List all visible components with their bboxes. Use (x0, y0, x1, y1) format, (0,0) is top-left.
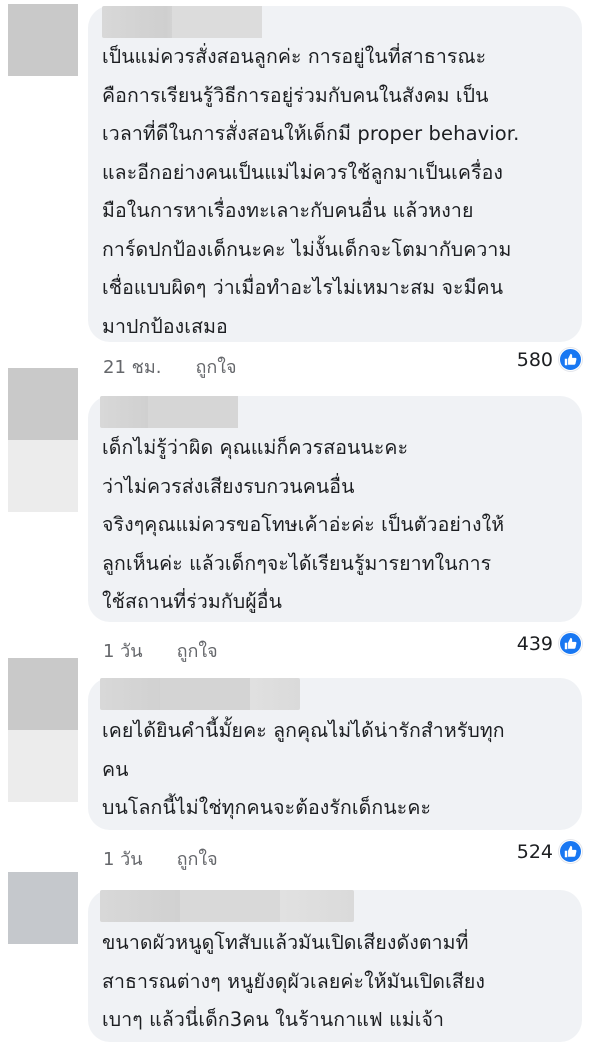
reaction-count: 439 (516, 632, 553, 655)
comment-actions: 21 ชม. ถูกใจ (103, 352, 237, 381)
reaction-count: 524 (516, 840, 553, 863)
reaction-summary[interactable]: 580 (517, 348, 582, 371)
comment-bubble: เป็นแม่ควรสั่งสอนลูกค่ะ การอยู่ในที่สาธา… (88, 6, 582, 342)
timestamp[interactable]: 1 วัน (103, 844, 143, 873)
reaction-summary[interactable]: 439 (517, 632, 582, 655)
author-name-redacted[interactable] (100, 890, 354, 922)
timestamp[interactable]: 1 วัน (103, 636, 143, 665)
comment-text: เป็นแม่ควรสั่งสอนลูกค่ะ การอยู่ในที่สาธา… (102, 45, 520, 338)
thumbs-up-icon (559, 840, 582, 863)
author-name-redacted[interactable] (102, 6, 262, 38)
comment-actions: 1 วัน ถูกใจ (103, 844, 218, 873)
reaction-count: 580 (516, 348, 553, 371)
author-name-redacted[interactable] (100, 678, 300, 710)
comment-actions: 1 วัน ถูกใจ (103, 636, 218, 665)
like-button[interactable]: ถูกใจ (195, 352, 236, 381)
author-name-redacted[interactable] (100, 396, 238, 428)
timestamp[interactable]: 21 ชม. (103, 352, 161, 381)
avatar[interactable] (8, 4, 78, 76)
like-button[interactable]: ถูกใจ (177, 844, 218, 873)
avatar[interactable] (8, 872, 78, 944)
comment-text: เด็กไม่รู้ว่าผิด คุณแม่ก็ควรสอนนะคะ ว่าไ… (102, 436, 505, 613)
comment-bubble: ขนาดผัวหนูดูโทสับแล้วมันเปิดเสียงดังตามท… (88, 890, 582, 1042)
like-button[interactable]: ถูกใจ (177, 636, 218, 665)
avatar[interactable] (8, 368, 78, 512)
comment-bubble: เคยได้ยินคำนี้มั้ยคะ ลูกคุณไม่ได้น่ารักส… (88, 678, 582, 830)
avatar[interactable] (8, 658, 78, 802)
thumbs-up-icon (559, 348, 582, 371)
comment-bubble: เด็กไม่รู้ว่าผิด คุณแม่ก็ควรสอนนะคะ ว่าไ… (88, 396, 582, 622)
comment-text: ขนาดผัวหนูดูโทสับแล้วมันเปิดเสียงดังตามท… (102, 931, 485, 1031)
thumbs-up-icon (559, 632, 582, 655)
reaction-summary[interactable]: 524 (517, 840, 582, 863)
comment-text: เคยได้ยินคำนี้มั้ยคะ ลูกคุณไม่ได้น่ารักส… (102, 719, 505, 819)
